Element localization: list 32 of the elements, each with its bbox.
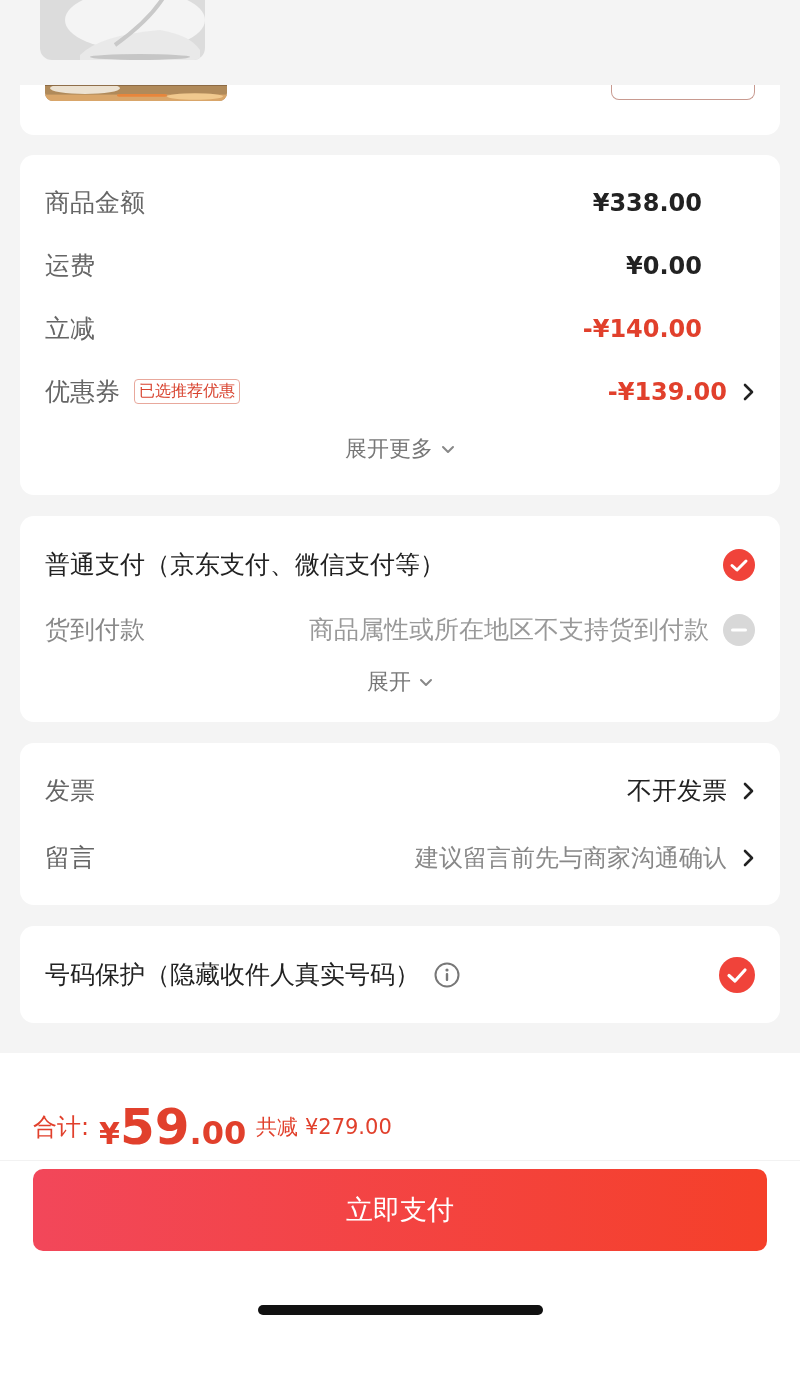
checked-radio-icon[interactable] [723, 548, 755, 581]
row-label: 发票 [45, 775, 95, 807]
row-value[interactable]: 不开发票 [627, 774, 727, 807]
row-label: 优惠券 [45, 376, 120, 408]
row-label: 留言 [45, 842, 95, 874]
payment-option-label: 货到付款 [45, 614, 145, 646]
expand-more-link[interactable]: 展开更多 [45, 423, 755, 495]
amount-value: ¥338.00 [592, 188, 702, 217]
row-label: 立减 [45, 313, 95, 345]
savings-text: 共减 ¥279.00 [256, 1113, 392, 1141]
payment-option-label: 普通支付（京东支付、微信支付等） [45, 549, 445, 581]
chevron-down-icon [419, 676, 433, 688]
row-label: 运费 [45, 250, 95, 282]
chevron-right-icon[interactable] [741, 781, 755, 800]
quantity-button[interactable] [611, 85, 755, 100]
amount-value: ¥0.00 [626, 251, 702, 280]
row-label: 商品金额 [45, 187, 145, 219]
amount-value: -¥139.00 [607, 377, 727, 406]
pay-now-button[interactable]: 立即支付 [33, 1169, 767, 1251]
chevron-right-icon[interactable] [741, 848, 755, 867]
amount-value: -¥140.00 [582, 314, 702, 343]
total-label: 合计: [33, 1111, 90, 1143]
privacy-label: 号码保护（隐藏收件人真实号码） [45, 959, 420, 991]
expand-link[interactable]: 展开 [45, 662, 755, 722]
chevron-right-icon[interactable] [741, 382, 755, 401]
checked-circle-icon[interactable] [719, 956, 755, 993]
chevron-down-icon [441, 443, 455, 455]
unavailable-note: 商品属性或所在地区不支持货到付款 [309, 614, 709, 646]
row-value[interactable]: 建议留言前先与商家沟通确认 [415, 841, 727, 874]
info-icon[interactable] [434, 961, 460, 988]
coupon-tag: 已选推荐优惠 [134, 379, 240, 404]
total-amount: ¥59.00 [99, 1097, 247, 1156]
